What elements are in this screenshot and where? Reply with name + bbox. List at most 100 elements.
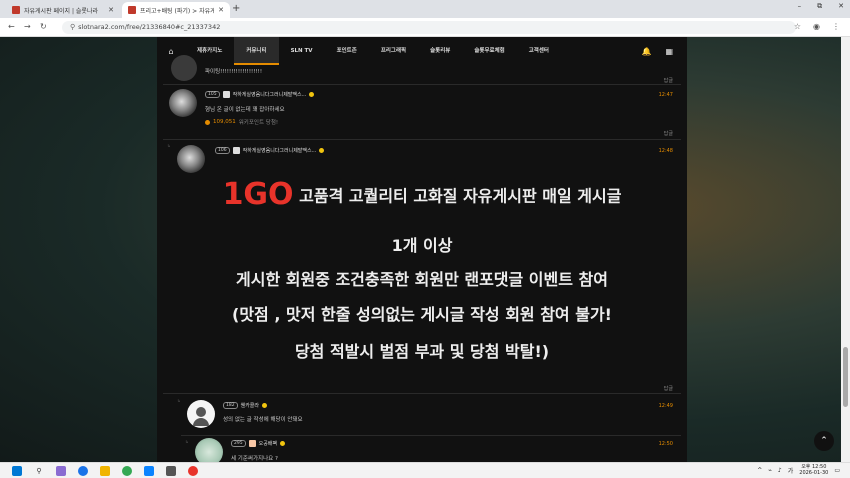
bookmark-star-icon[interactable]: ☆ <box>794 22 801 31</box>
app-icon[interactable] <box>56 465 66 476</box>
reply-arrow-icon: ↳ <box>177 398 181 403</box>
comment-meta: 105 작하게실영음니다그러니제발맥스... <box>205 91 315 98</box>
level-badge: 182 <box>223 402 238 409</box>
user-badge-icon <box>248 440 256 447</box>
file-explorer-icon[interactable] <box>100 465 110 476</box>
volume-icon[interactable]: ♪ <box>778 467 782 474</box>
user-badge-icon <box>222 91 230 98</box>
comment-text: 성의 없는 글 작성에 해당이 안돼요 <box>223 417 303 423</box>
scroll-to-top-button[interactable]: ⌃ <box>814 431 834 451</box>
notification-icon[interactable]: ▭ <box>834 467 840 474</box>
avatar[interactable] <box>171 55 197 81</box>
avatar[interactable] <box>177 145 205 173</box>
scrollbar-thumb[interactable] <box>843 347 848 407</box>
new-tab-icon[interactable]: + <box>232 3 240 14</box>
coin-icon <box>205 119 210 125</box>
profile-icon[interactable]: ◉ <box>813 22 820 31</box>
app-icon[interactable] <box>166 465 176 476</box>
notice-line: 게시한 회원중 조건충족한 회원만 랜포댓글 이벤트 참여 <box>236 270 608 289</box>
language-icon[interactable]: 가 <box>788 466 794 475</box>
forward-icon[interactable]: → <box>24 22 31 31</box>
chrome-icon[interactable] <box>122 465 132 476</box>
person-icon-body <box>193 418 209 426</box>
grid-icon[interactable]: ▦ <box>665 47 673 56</box>
minimize-icon[interactable]: – <box>798 2 802 11</box>
avatar[interactable] <box>169 89 197 117</box>
window-close-icon[interactable]: ✕ <box>838 2 844 11</box>
home-icon[interactable]: ⌂ <box>157 47 185 56</box>
bell-icon[interactable]: 🔔 <box>641 47 651 56</box>
reload-icon[interactable]: ↻ <box>40 22 47 31</box>
system-tray: ^ ⌁ ♪ 가 오후 12:50 2026-01-30 ▭ <box>757 464 840 476</box>
points-value: 109,051 <box>213 119 236 125</box>
maximize-icon[interactable]: ⧉ <box>817 2 822 11</box>
brand-logo-text: 1GO <box>222 177 294 212</box>
site-favicon-icon <box>128 6 136 14</box>
nav-item-reviews[interactable]: 슬롯리뷰 <box>418 37 462 65</box>
reply-arrow-icon: ↳ <box>167 143 171 148</box>
notice-line: 당첨 적발시 벌점 부과 및 당첨 박탈!) <box>294 342 550 361</box>
nav-item-graphic[interactable]: 프리그래픽 <box>369 37 418 65</box>
browser-tab[interactable]: 자유게시판 페이지 | 슬롯나라 ✕ <box>6 2 120 18</box>
comment-meta: 106 작하게실영음니다그러니제발맥스... <box>215 147 325 154</box>
level-badge: 295 <box>231 440 246 447</box>
notice-headline: 1GO 고품격 고퀄리티 고화질 자유게시판 매일 게시글 <box>157 177 687 212</box>
points-label: 워키포인트 당첨! <box>238 120 279 126</box>
username[interactable]: 웬카콜라 <box>241 402 259 409</box>
timestamp: 12:50 <box>658 441 673 447</box>
page-viewport: ⌂ 제휴카지노 커뮤니티 SLN TV 포인트존 프리그래픽 슬롯리뷰 슬롯무료… <box>0 37 850 462</box>
clock-date: 2026-01-30 <box>799 470 829 476</box>
notice-line: (맛점 , 맛저 한줄 성의없는 게시글 작성 회원 참여 불가! <box>232 305 612 324</box>
windows-start-icon[interactable] <box>12 465 22 476</box>
points-award: 109,051 워키포인트 당첨! <box>205 118 278 126</box>
username[interactable]: 작하게실영음니다그러니제발맥스... <box>233 91 307 98</box>
address-bar-row: ← → ↻ ⚲ slotnara2.com/free/21336840#c_213… <box>0 18 850 37</box>
username[interactable]: 오공배팩 <box>259 440 277 447</box>
url-input[interactable]: ⚲ slotnara2.com/free/21336840#c_21337342 <box>62 21 796 34</box>
site-favicon-icon <box>12 6 20 14</box>
comment-text: 세 기준써가지나요 ? <box>231 456 278 462</box>
chevron-up-icon[interactable]: ^ <box>757 467 762 474</box>
site-info-icon[interactable]: ⚲ <box>70 23 75 31</box>
search-icon[interactable]: ⚲ <box>34 466 44 476</box>
close-icon[interactable]: ✕ <box>218 6 224 14</box>
chrome-active-icon[interactable] <box>188 465 198 476</box>
comment-list: 파이팅!!!!!!!!!!!!!!!!!!! 답글 105 작하게실영음니다그러… <box>157 55 687 462</box>
nav-item-support[interactable]: 고객센터 <box>517 37 561 65</box>
comment-text: 파이팅!!!!!!!!!!!!!!!!!!! <box>205 69 263 75</box>
username[interactable]: 작하게실영음니다그러니제발맥스... <box>243 147 317 154</box>
app-icon[interactable] <box>78 465 88 476</box>
url-text: slotnara2.com/free/21336840#c_21337342 <box>78 23 221 31</box>
level-badge: 106 <box>215 147 230 154</box>
headline-text: 고품격 고퀄리티 고화질 자유게시판 매일 게시글 <box>299 186 622 206</box>
divider <box>163 84 681 85</box>
divider <box>163 393 681 394</box>
clock[interactable]: 오후 12:50 2026-01-30 <box>799 464 828 476</box>
comment-text: 형님 온 글이 없는데 꽤 잡아하세요 <box>205 107 285 113</box>
taskbar: ⚲ ^ ⌁ ♪ 가 오후 12:50 2026-01-30 ▭ <box>0 462 850 478</box>
network-icon[interactable]: ⌁ <box>768 467 772 474</box>
nav-item-free-trial[interactable]: 슬롯무료체험 <box>462 37 516 65</box>
nav-item-tv[interactable]: SLN TV <box>279 37 325 65</box>
page-scrollbar[interactable] <box>841 37 850 462</box>
app-icon[interactable] <box>144 465 154 476</box>
person-icon-head <box>196 407 206 417</box>
avatar[interactable] <box>195 438 223 462</box>
nav-item-community[interactable]: 커뮤니티 <box>234 37 279 65</box>
close-icon[interactable]: ✕ <box>108 6 114 14</box>
reply-button[interactable]: 답글 <box>664 77 673 84</box>
reply-button[interactable]: 답글 <box>664 130 673 137</box>
back-icon[interactable]: ← <box>8 22 15 31</box>
reply-button[interactable]: 답글 <box>664 385 673 392</box>
gold-medal-icon <box>309 92 315 97</box>
menu-dots-icon[interactable]: ⋮ <box>832 22 840 31</box>
reply-arrow-icon: ↳ <box>185 439 189 444</box>
browser-tab-active[interactable]: 프리고+배팅 (파기) > 자유게시 ✕ <box>122 2 230 18</box>
nav-item-points[interactable]: 포인트존 <box>325 37 369 65</box>
divider <box>181 435 681 436</box>
comment-meta: 182 웬카콜라 <box>223 402 267 409</box>
tab-title: 프리고+배팅 (파기) > 자유게시 <box>140 7 215 15</box>
default-avatar[interactable] <box>187 400 215 428</box>
notice-line: 1개 이상 <box>391 236 453 255</box>
gold-medal-icon <box>262 403 267 408</box>
